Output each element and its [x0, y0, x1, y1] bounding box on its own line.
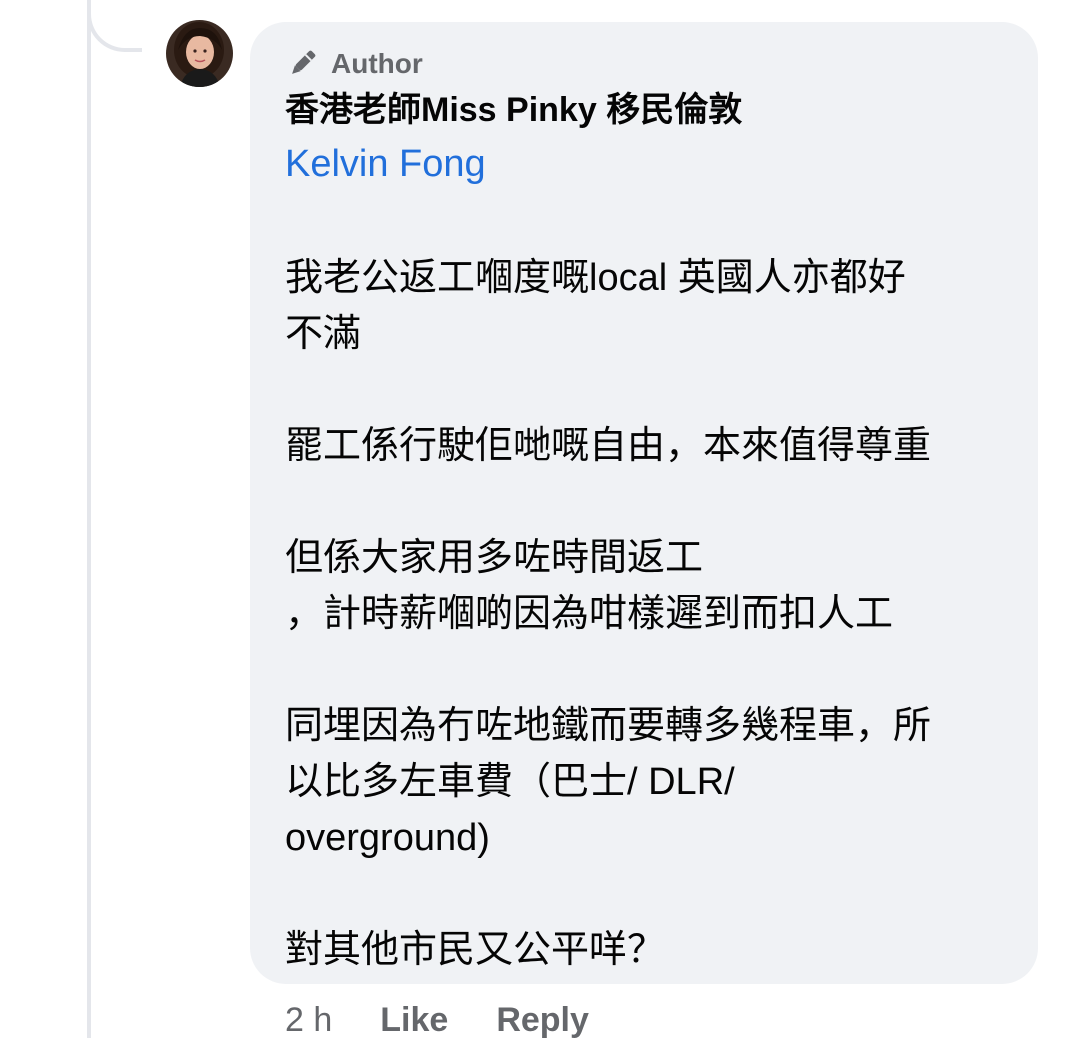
author-badge: Author [285, 44, 423, 84]
comment-text: 我老公返工嗰度嘅local 英國人亦都好 不滿 罷工係行駛佢哋嘅自由，本來值得尊… [285, 250, 1025, 978]
comment-line: ，計時薪嗰啲因為咁樣遲到而扣人工 [285, 593, 894, 635]
like-button[interactable]: Like [380, 1001, 448, 1040]
author-badge-label: Author [331, 48, 423, 79]
comment-paragraph: 同埋因為冇咗地鐵而要轉多幾程車，所 以比多左車費（巴士/ DLR/ overgr… [285, 698, 1025, 866]
comment-line: overground) [285, 817, 490, 859]
comment-paragraph: 但係大家用多咗時間返工 ，計時薪嗰啲因為咁樣遲到而扣人工 [285, 530, 1025, 642]
thread-connector [87, 0, 142, 52]
avatar[interactable] [166, 20, 233, 87]
pen-icon [285, 47, 319, 81]
comment-paragraph: 對其他市民又公平咩？ [285, 922, 1025, 978]
comment-timestamp[interactable]: 2 h [285, 1001, 332, 1040]
avatar-image [166, 20, 233, 87]
comment-line: 但係大家用多咗時間返工 [285, 537, 704, 579]
comment-paragraph: 我老公返工嗰度嘅local 英國人亦都好 不滿 [285, 250, 1025, 362]
comment-line: 不滿 [285, 313, 362, 355]
comment-actions: 2 h Like Reply [285, 998, 637, 1042]
comment-line: 對其他市民又公平咩？ [285, 929, 666, 971]
comment-line: 我老公返工嗰度嘅local 英國人亦都好 [285, 257, 906, 299]
commenter-name[interactable]: 香港老師Miss Pinky 移民倫敦 [285, 88, 742, 132]
comment-paragraph: 罷工係行駛佢哋嘅自由，本來值得尊重 [285, 418, 1025, 474]
comment-line: 罷工係行駛佢哋嘅自由，本來值得尊重 [285, 425, 932, 467]
comment-line: 以比多左車費（巴士/ DLR/ [285, 761, 735, 803]
comment-line: 同埋因為冇咗地鐵而要轉多幾程車，所 [285, 705, 932, 747]
thread-line [87, 0, 91, 1038]
reply-button[interactable]: Reply [496, 1001, 589, 1040]
mentioned-user-link[interactable]: Kelvin Fong [285, 140, 486, 188]
